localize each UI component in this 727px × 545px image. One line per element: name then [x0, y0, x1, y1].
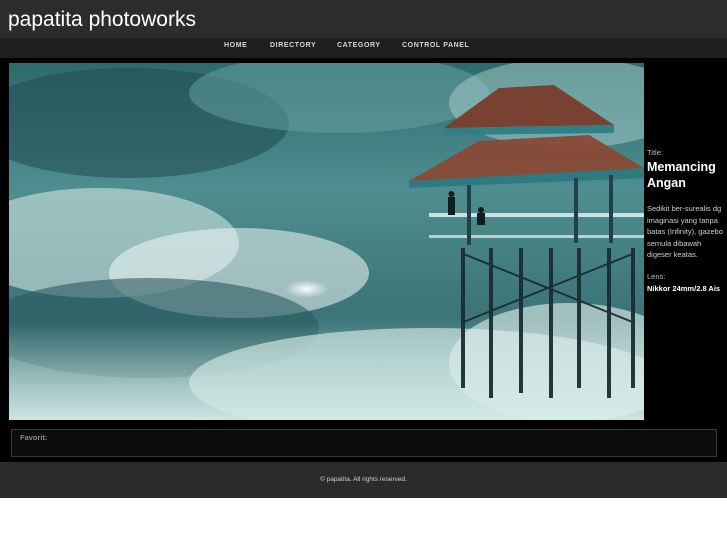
- title-label: Title:: [647, 148, 663, 157]
- main-photo[interactable]: [9, 63, 644, 420]
- favorit-box: Favorit:: [11, 429, 717, 457]
- nav-category[interactable]: CATEGORY: [337, 42, 381, 49]
- photo-title: Memancing Angan: [647, 160, 716, 190]
- photo-description: Sedikit ber-surealis dg imaginasi yang t…: [647, 204, 723, 259]
- main-nav: HOME DIRECTORY CATEGORY CONTROL PANEL: [0, 38, 727, 58]
- nav-home[interactable]: HOME: [224, 42, 247, 49]
- site-title[interactable]: papatita photoworks: [8, 8, 196, 32]
- nav-directory[interactable]: DIRECTORY: [270, 42, 316, 49]
- photo-stage: Title: Memancing Angan Sedikit ber-surea…: [0, 58, 727, 462]
- favorit-label: Favorit:: [20, 433, 48, 442]
- copyright-text: © papatita. All rights reserved.: [320, 476, 407, 483]
- photo-info: Title: Memancing Angan Sedikit ber-surea…: [647, 148, 725, 294]
- site-footer: © papatita. All rights reserved.: [0, 462, 727, 498]
- photo-image: [9, 63, 644, 420]
- nav-control-panel[interactable]: CONTROL PANEL: [402, 42, 469, 49]
- site-header: papatita photoworks: [0, 0, 727, 38]
- lens-value: Nikkor 24mm/2.8 Ais: [647, 283, 721, 293]
- lens-label: Lens:: [647, 271, 666, 281]
